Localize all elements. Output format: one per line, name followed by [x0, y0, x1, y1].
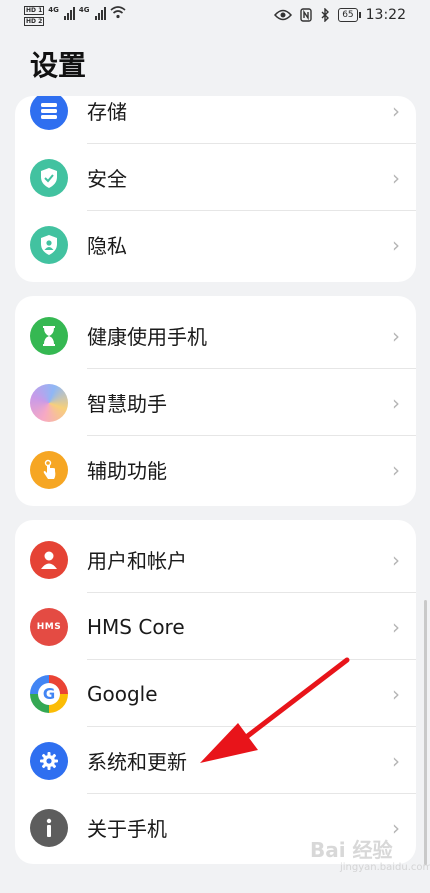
settings-item-users-accounts[interactable]: 用户和帐户 › [15, 526, 416, 593]
hd2-indicator: HD 2 [24, 17, 45, 26]
gear-icon [30, 741, 68, 780]
settings-item-accessibility[interactable]: 辅助功能 › [15, 436, 416, 503]
chevron-right-icon: › [392, 547, 400, 572]
user-icon [30, 540, 68, 579]
chevron-right-icon: › [392, 232, 400, 257]
page-title: 设置 [30, 49, 87, 82]
accessibility-hand-icon [30, 450, 68, 489]
chevron-right-icon: › [392, 748, 400, 773]
scrollbar[interactable] [424, 600, 427, 865]
google-icon: G [30, 674, 68, 713]
security-shield-icon [30, 158, 68, 197]
watermark-url: jingyan.baidu.com [340, 862, 430, 873]
settings-item-label: 隐私 [87, 234, 127, 258]
settings-item-privacy[interactable]: 隐私 › [15, 211, 416, 278]
settings-item-security[interactable]: 安全 › [15, 144, 416, 211]
chevron-right-icon: › [392, 614, 400, 639]
settings-item-hms-core[interactable]: HMS HMS Core › [15, 593, 416, 660]
chevron-right-icon: › [392, 165, 400, 190]
signal-icon [63, 6, 75, 20]
status-bar: HD 1 HD 2 4G 4G 65 13:22 [0, 0, 430, 32]
watermark: Bai 经验 [310, 838, 393, 862]
chevron-right-icon: › [392, 323, 400, 348]
wifi-icon [109, 6, 126, 19]
settings-item-label: Google [87, 681, 158, 706]
battery-indicator: 65 [338, 8, 362, 22]
clock: 13:22 [365, 7, 406, 23]
assistant-icon [30, 383, 68, 422]
chevron-right-icon: › [392, 815, 400, 840]
settings-item-label: 关于手机 [87, 817, 167, 841]
chevron-right-icon: › [392, 681, 400, 706]
settings-group-3: 用户和帐户 › HMS HMS Core › G Google › 系统和更新 … [15, 520, 416, 864]
settings-item-label: 健康使用手机 [87, 325, 207, 349]
bluetooth-icon [321, 8, 330, 22]
hd1-indicator: HD 1 [24, 6, 45, 15]
hms-icon: HMS [30, 607, 68, 646]
info-icon [30, 808, 68, 847]
settings-item-digital-balance[interactable]: 健康使用手机 › [15, 302, 416, 369]
nfc-icon [300, 8, 312, 22]
settings-item-google[interactable]: G Google › [15, 660, 416, 727]
chevron-right-icon: › [392, 98, 400, 123]
settings-item-smart-assistant[interactable]: 智慧助手 › [15, 369, 416, 436]
hourglass-icon [30, 316, 68, 355]
settings-item-label: 智慧助手 [87, 392, 167, 416]
settings-item-label: 安全 [87, 167, 127, 191]
storage-icon [30, 96, 68, 130]
network-type-2: 4G [78, 6, 90, 14]
settings-item-label: 系统和更新 [87, 750, 187, 774]
settings-item-label: HMS Core [87, 614, 185, 639]
privacy-icon [30, 225, 68, 264]
eye-icon [274, 9, 293, 21]
settings-item-label: 用户和帐户 [87, 549, 187, 573]
settings-item-label: 存储 [87, 100, 127, 124]
chevron-right-icon: › [392, 457, 400, 482]
settings-group-2: 健康使用手机 › 智慧助手 › 辅助功能 › [15, 296, 416, 506]
settings-group-1: 存储 › 安全 › 隐私 › [15, 96, 416, 282]
settings-item-label: 辅助功能 [87, 459, 167, 483]
hms-icon-text: HMS [36, 621, 62, 632]
network-type-1: 4G [48, 6, 59, 14]
signal-icon-2 [94, 6, 106, 20]
settings-item-system-update[interactable]: 系统和更新 › [15, 727, 416, 794]
chevron-right-icon: › [392, 390, 400, 415]
settings-item-storage[interactable]: 存储 › [15, 96, 416, 144]
